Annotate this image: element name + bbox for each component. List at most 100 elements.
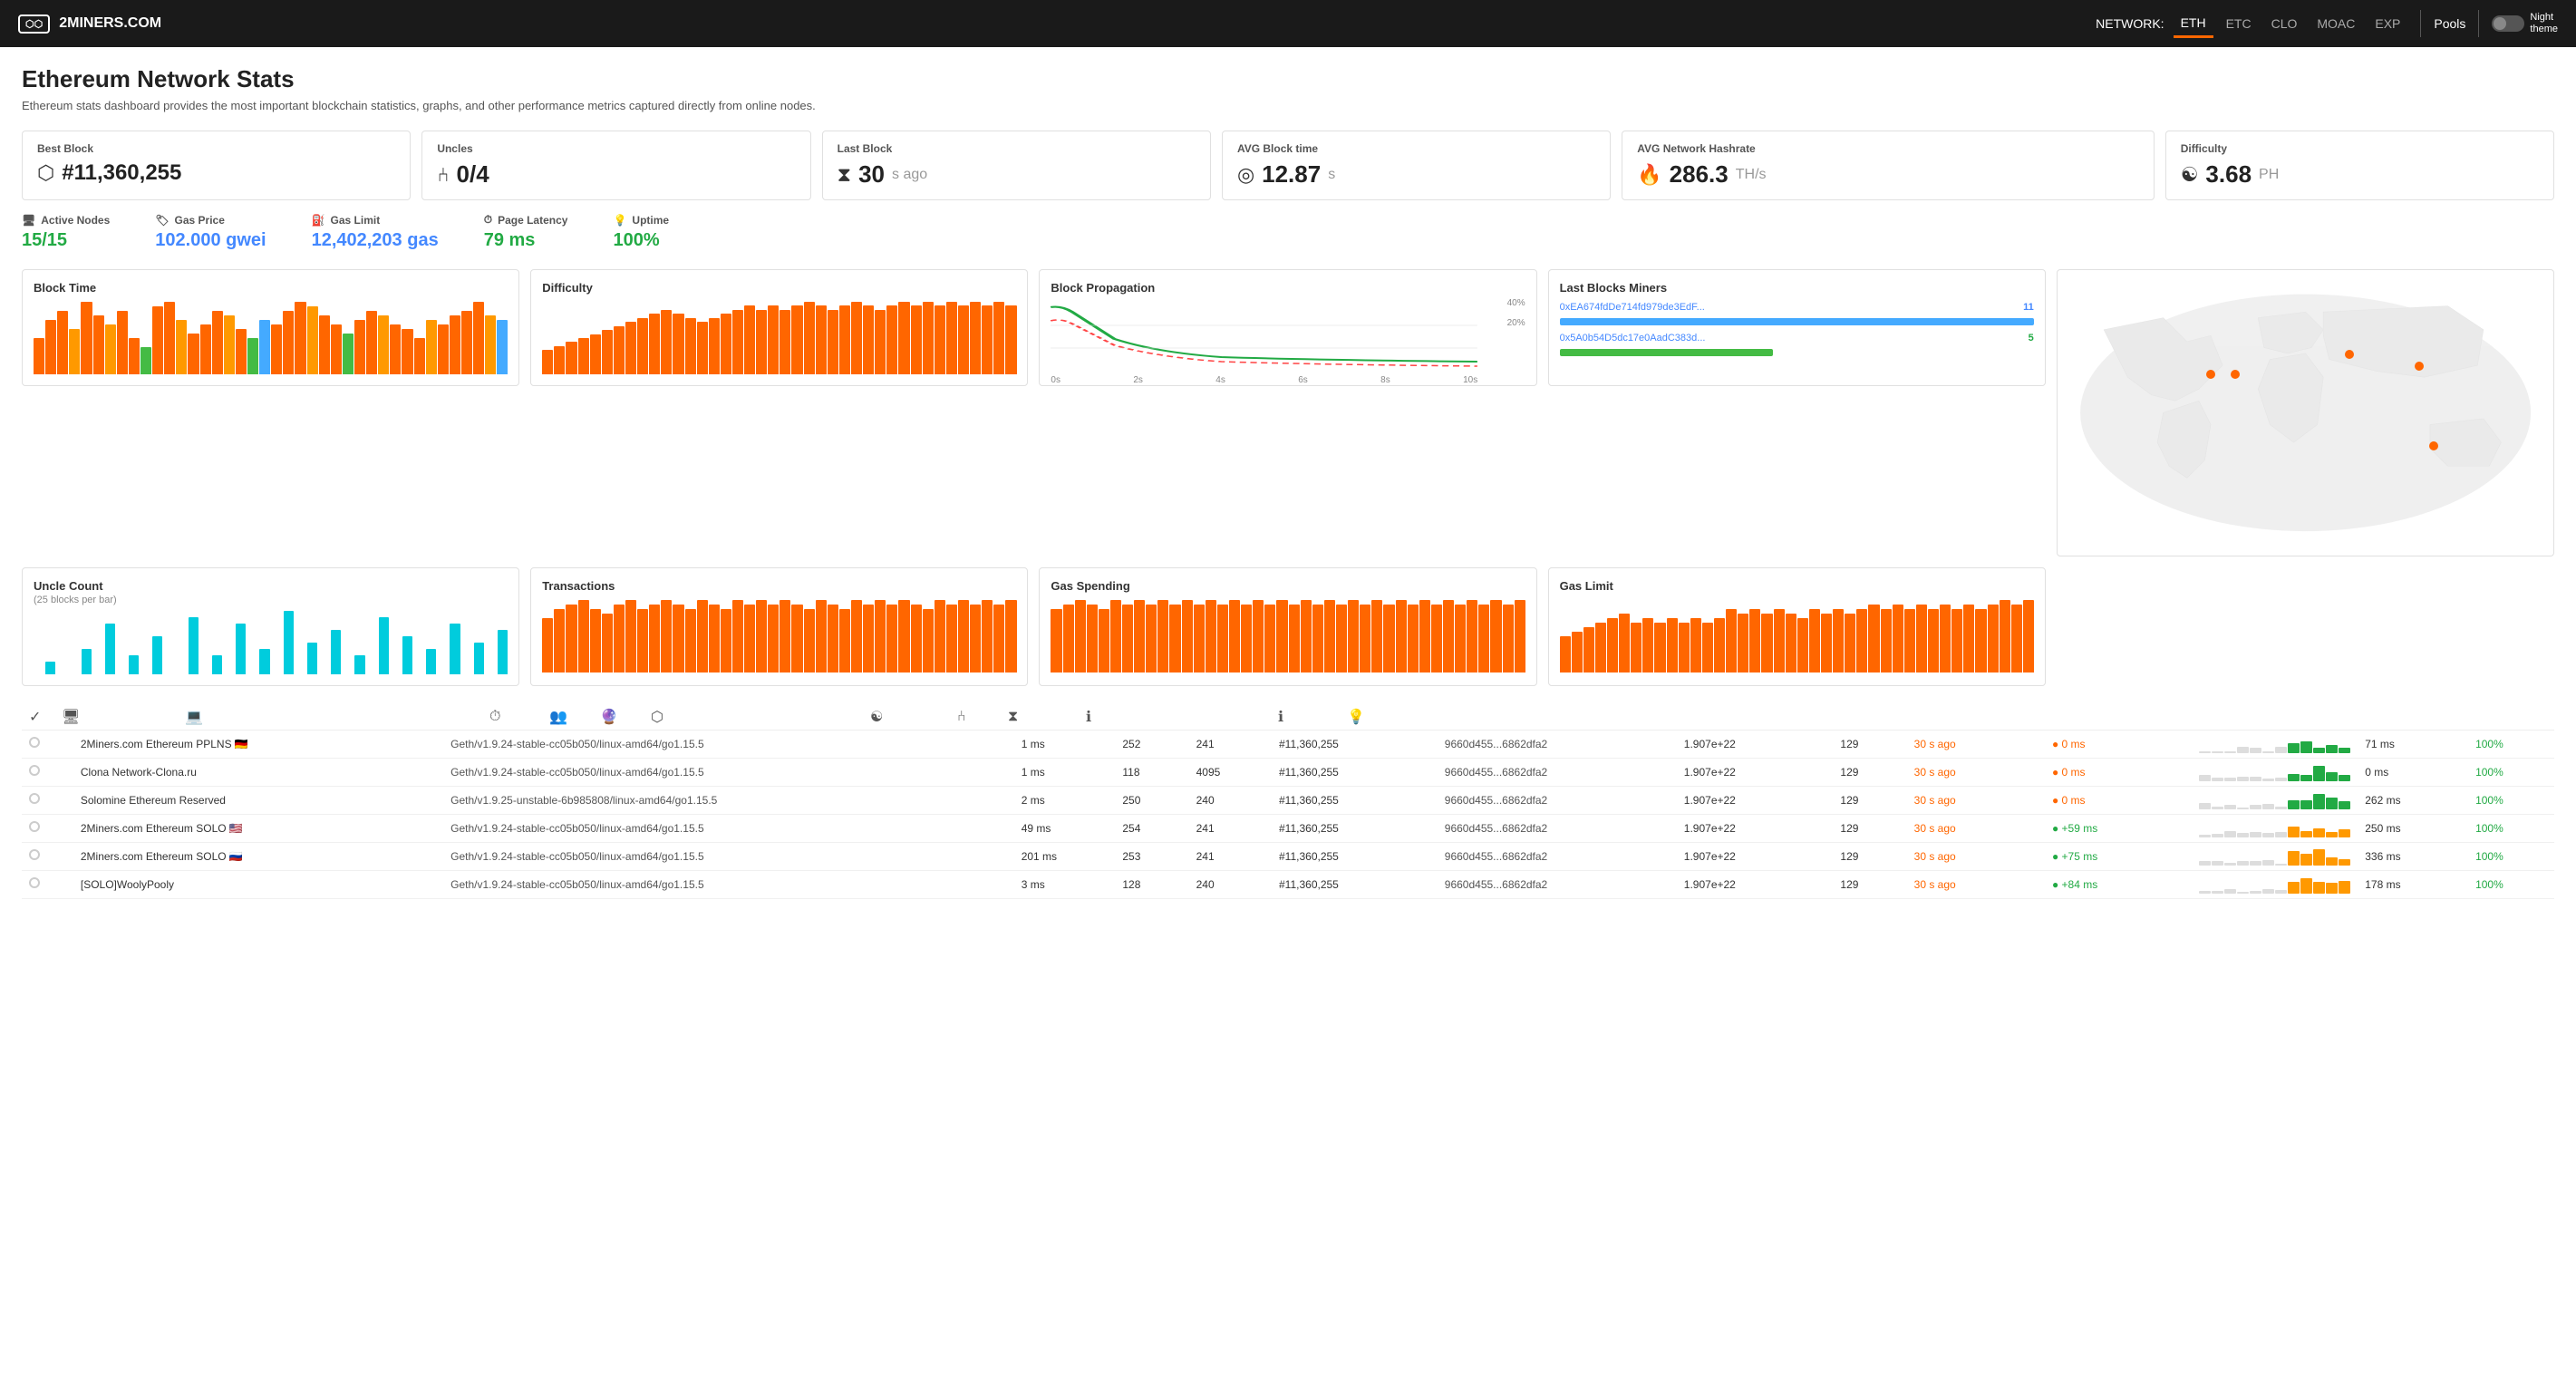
stats-row2: 🖥 Active Nodes 15/15 🏷 Gas Price 102.000… [22,213,2554,251]
node-uncle-cell: 129 [1833,814,1906,842]
node-dot-cell [22,814,73,842]
table-row: Clona Network-Clona.ru Geth/v1.9.24-stab… [22,758,2554,786]
nav-exp[interactable]: EXP [2368,11,2407,36]
uptime-icon: 💡 [613,214,626,227]
node-client-cell: Geth/v1.9.25-unstable-6b985808/linux-amd… [443,786,1014,814]
node-uncle-cell: 129 [1833,758,1906,786]
node-name-cell: 2Miners.com Ethereum SOLO 🇷🇺 [73,842,443,870]
node-last-block-cell: 30 s ago [1907,731,2045,759]
node-dot-cell [22,786,73,814]
logo[interactable]: ⬡⬡ 2MINERS.COM [18,15,161,34]
uncle-icon: ⑃ [957,709,993,725]
node-pending-cell: 4095 [1189,758,1272,786]
node-name-cell: 2Miners.com Ethereum SOLO 🇺🇸 [73,814,443,842]
nav-etc[interactable]: ETC [2219,11,2259,36]
night-theme-label: Nighttheme [2530,12,2558,35]
difficulty-icon: ☯ [2181,163,2199,187]
node-latency-cell: 1 ms [1014,731,1116,759]
miner2-addr: 0x5A0b54D5dc17e0AadC383d... [1560,333,2023,344]
nodes-table: 2Miners.com Ethereum PPLNS 🇩🇪 Geth/v1.9.… [22,731,2554,899]
node-dot-cell [22,870,73,898]
node-page-latency-cell: 178 ms [2358,870,2468,898]
stat-uncles-label: Uncles [437,142,795,155]
node-propagation-cell: ● 0 ms [2045,731,2192,759]
node-latency-cell: 2 ms [1014,786,1116,814]
node-best-block-cell: #11,360,255 [1272,786,1438,814]
node-client-cell: Geth/v1.9.24-stable-cc05b050/linux-amd64… [443,842,1014,870]
gas-limit-icon: ⛽ [312,214,325,227]
node-peers-cell: 253 [1115,842,1188,870]
node-client-cell: Geth/v1.9.24-stable-cc05b050/linux-amd64… [443,731,1014,759]
node-uptime-cell: 100% [2468,814,2554,842]
node-uptime-cell: 100% [2468,758,2554,786]
node-page-latency-cell: 0 ms [2358,758,2468,786]
block-icon: ⬡ [651,708,732,726]
uncle-count-subtitle: (25 blocks per bar) [34,595,508,605]
network-label: NETWORK: [2096,16,2164,31]
table-row: Solomine Ethereum Reserved Geth/v1.9.25-… [22,786,2554,814]
table-row: 2Miners.com Ethereum SOLO 🇷🇺 Geth/v1.9.2… [22,842,2554,870]
stat-uncles: Uncles ⑃ 0/4 [421,131,810,200]
nav-clo[interactable]: CLO [2264,11,2305,36]
gas-price-icon: 🏷 [155,214,169,227]
table-row: 2Miners.com Ethereum PPLNS 🇩🇪 Geth/v1.9.… [22,731,2554,759]
node-peers-cell: 254 [1115,814,1188,842]
gas-spending-title: Gas Spending [1051,579,1525,593]
node-last-block-cell: 30 s ago [1907,758,2045,786]
node-propagation-cell: ● +75 ms [2045,842,2192,870]
avg-block-time-unit: s [1328,167,1335,183]
night-theme-toggle[interactable]: Nighttheme [2492,12,2558,35]
last-blocks-miners-title: Last Blocks Miners [1560,281,2034,295]
node-hash-cell: 9660d455...6862dfa2 [1438,758,1677,786]
active-nodes-stat: 🖥 Active Nodes 15/15 [22,214,110,251]
node-hash-cell: 9660d455...6862dfa2 [1438,842,1677,870]
node-best-block-cell: #11,360,255 [1272,731,1438,759]
node-diff-cell: 1.907e+22 [1677,731,1834,759]
node-propagation-cell: ● +59 ms [2045,814,2192,842]
block-propagation-chart: Block Propagation 40%20% 0s2s4s6s8s10s [1039,269,1536,386]
node-uncle-cell: 129 [1833,842,1906,870]
gas-limit-value: 12,402,203 gas [312,230,439,251]
last-block-value: 30 [858,160,885,189]
difficulty-value: 3.68 [2205,160,2252,189]
node-hash-cell: 9660d455...6862dfa2 [1438,786,1677,814]
node-name-cell: [SOLO]WoolyPooly [73,870,443,898]
node-peers-cell: 128 [1115,870,1188,898]
stat-avg-block-time: AVG Block time ◎ 12.87 s [1222,131,1611,200]
node-last-block-cell: 30 s ago [1907,786,2045,814]
node-uncle-cell: 129 [1833,731,1906,759]
node-latency-cell: 3 ms [1014,870,1116,898]
node-client-cell: Geth/v1.9.24-stable-cc05b050/linux-amd64… [443,814,1014,842]
charts-row2: Uncle Count (25 blocks per bar) Transact… [22,567,2554,686]
node-last-block-cell: 30 s ago [1907,814,2045,842]
node-pending-cell: 241 [1189,842,1272,870]
node-pending-cell: 241 [1189,814,1272,842]
latency2-icon: ℹ [1278,708,1332,726]
node-dot-cell [22,758,73,786]
pools-button[interactable]: Pools [2434,16,2465,31]
last-blocks-miners: Last Blocks Miners 0xEA674fdDe714fd979de… [1548,269,2046,386]
stat-cards-row: Best Block ⬡ #11,360,255 Uncles ⑃ 0/4 La… [22,131,2554,200]
node-name-cell: Solomine Ethereum Reserved [73,786,443,814]
table-row: 2Miners.com Ethereum SOLO 🇺🇸 Geth/v1.9.2… [22,814,2554,842]
check-icon: ✓ [29,708,47,726]
uptime-stat: 💡 Uptime 100% [613,214,669,251]
best-block-value: #11,360,255 [62,160,181,186]
last-block-icon: ⧗ [838,163,851,187]
gas-price-stat: 🏷 Gas Price 102.000 gwei [155,214,266,251]
nav-eth[interactable]: ETH [2174,10,2213,38]
page-title: Ethereum Network Stats [22,65,2554,93]
node-hash-cell: 9660d455...6862dfa2 [1438,814,1677,842]
avg-block-time-value: 12.87 [1262,160,1321,189]
node-last-block-cell: 30 s ago [1907,870,2045,898]
node-dot-cell [22,731,73,759]
hashrate-unit: TH/s [1736,167,1767,183]
node-uptime-cell: 100% [2468,870,2554,898]
page-latency-value: 79 ms [484,230,568,251]
gas-spending-chart: Gas Spending [1039,567,1536,686]
stat-best-block-label: Best Block [37,142,395,155]
block-time-chart: Block Time [22,269,519,386]
diff-icon: ☯ [870,708,943,726]
stat-avg-block-time-label: AVG Block time [1237,142,1595,155]
nav-moac[interactable]: MOAC [2310,11,2362,36]
